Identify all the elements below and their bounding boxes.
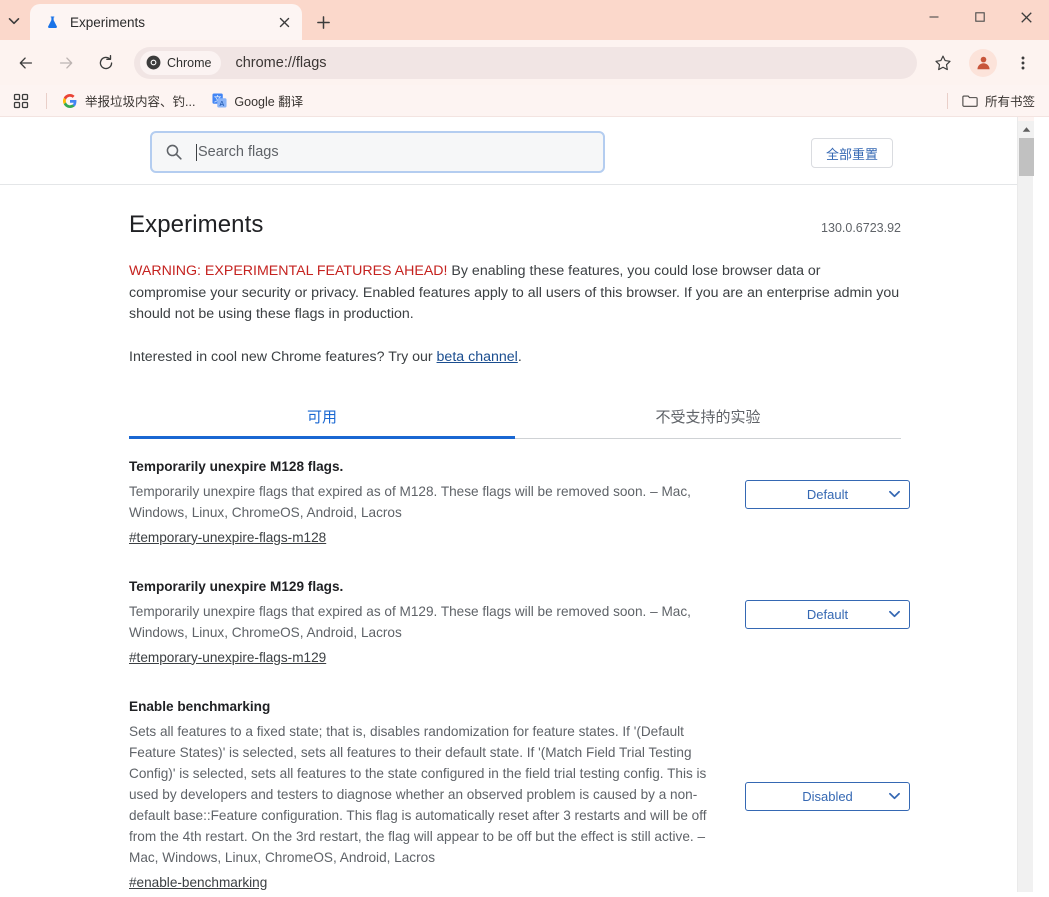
toolbar-right-actions [923,47,1043,79]
tab-strip: Experiments [0,0,1049,40]
tab-unsupported[interactable]: 不受支持的实验 [515,396,901,438]
chrome-logo-icon [146,55,161,70]
search-icon [164,142,184,162]
tab-title: Experiments [70,14,146,30]
flag-description: Temporarily unexpire flags that expired … [129,603,691,640]
page-viewport: Search flags 全部重置 Experiments 130.0.6723… [0,117,1049,892]
tab-search-chevron-down-icon[interactable] [0,2,28,40]
flag-state-value: Default [806,606,849,622]
flag-permalink[interactable]: #enable-benchmarking [129,875,267,890]
scrollbar-up-arrow-icon[interactable] [1018,121,1034,138]
flag-text: Temporarily unexpire M128 flags. Tempora… [129,458,729,547]
tab-available[interactable]: 可用 [129,396,515,439]
reload-icon[interactable] [90,47,122,79]
plus-icon[interactable] [308,7,338,37]
beta-suffix: . [517,348,522,365]
window-controls [911,0,1049,34]
chevron-down-icon [889,792,900,800]
flag-state-select[interactable]: Disabled [745,781,910,811]
arrow-back-icon[interactable] [10,47,42,79]
divider [946,92,948,109]
flag-title: Temporarily unexpire M129 flags. [129,578,344,594]
flag-state-select[interactable]: Default [745,599,910,629]
divider [46,92,47,109]
text-cursor [196,143,197,161]
flag-title: Enable benchmarking [129,698,271,714]
star-icon[interactable] [927,47,959,79]
flag-control: Default [745,578,910,629]
flag-text: Enable benchmarking Sets all features to… [129,698,729,892]
flask-beaker-icon [44,14,60,30]
arrow-forward-icon [50,47,82,79]
flag-state-value: Default [806,486,849,502]
flag-control: Default [745,458,910,509]
bookmark-item[interactable]: 文 A Google 翻译 [204,89,310,113]
flag-permalink[interactable]: #temporary-unexpire-flags-m129 [129,650,326,665]
chevron-down-icon [889,610,900,618]
flag-entry: Enable benchmarking Sets all features to… [129,679,910,893]
maximize-button[interactable] [957,0,1003,34]
page-scrollbar[interactable] [1017,117,1034,892]
bookmark-label: Google 翻译 [234,95,304,109]
bookmarks-bar: 举报垃圾内容、钓... 文 A Google 翻译 所有书签 [0,85,1049,117]
all-bookmarks-label: 所有书签 [984,95,1035,109]
bookmark-item[interactable]: 举报垃圾内容、钓... [55,89,202,113]
search-placeholder: Search flags [198,144,279,160]
google-translate-icon: 文 A [211,93,227,109]
flag-control: Disabled [745,698,910,811]
flags-column: Experiments 130.0.6723.92 WARNING: EXPER… [129,185,910,893]
version-label: 130.0.6723.92 [821,221,901,235]
flag-permalink[interactable]: #temporary-unexpire-flags-m128 [129,530,326,545]
flag-text: Temporarily unexpire M129 flags. Tempora… [129,578,729,667]
close-window-button[interactable] [1003,0,1049,34]
all-bookmarks-button[interactable]: 所有书签 [956,89,1041,113]
beta-prefix: Interested in cool new Chrome features? … [129,348,437,365]
flag-state-select[interactable]: Default [745,479,910,509]
bookmark-label: 举报垃圾内容、钓... [85,95,196,109]
reset-all-button[interactable]: 全部重置 [810,138,893,168]
close-icon[interactable] [274,12,294,32]
scrollbar-cap [1018,117,1034,121]
address-bar-url: chrome://flags [235,54,327,71]
flag-description: Temporarily unexpire flags that expired … [129,483,691,520]
beta-channel-paragraph: Interested in cool new Chrome features? … [129,347,901,368]
title-row: Experiments 130.0.6723.92 [129,185,901,239]
profile-avatar-icon[interactable] [969,48,997,77]
flags-page: Search flags 全部重置 Experiments 130.0.6723… [0,117,1034,892]
browser-tab[interactable]: Experiments [30,4,302,40]
flag-entry: Temporarily unexpire M129 flags. Tempora… [129,559,910,679]
chevron-down-icon [889,490,900,498]
browser-toolbar: Chrome chrome://flags [0,40,1049,85]
chrome-origin-chip[interactable]: Chrome [140,50,222,75]
warning-headline: WARNING: EXPERIMENTAL FEATURES AHEAD! [129,263,448,279]
folder-icon [962,93,978,109]
svg-text:A: A [219,101,224,108]
three-dots-vertical-icon[interactable] [1007,47,1039,79]
search-input[interactable]: Search flags [150,131,605,173]
apps-grid-icon[interactable] [8,89,34,113]
flag-entry: Temporarily unexpire M128 flags. Tempora… [129,439,910,559]
flags-search-header: Search flags 全部重置 [0,117,1033,185]
google-g-icon [62,93,78,109]
beta-channel-link[interactable]: beta channel [437,349,518,365]
flag-title: Temporarily unexpire M128 flags. [129,458,344,474]
page-title: Experiments [129,211,264,238]
chrome-chip-label: Chrome [167,55,212,70]
flag-state-value: Disabled [802,788,853,804]
minimize-button[interactable] [911,0,957,34]
warning-paragraph: WARNING: EXPERIMENTAL FEATURES AHEAD! By… [129,261,901,326]
flag-description: Sets all features to a fixed state; that… [129,723,707,865]
address-bar[interactable]: Chrome chrome://flags [134,46,917,79]
flags-content: Experiments 130.0.6723.92 WARNING: EXPER… [0,185,1033,892]
flags-tabs: 可用 不受支持的实验 [129,396,901,439]
scrollbar-thumb[interactable] [1019,138,1034,176]
